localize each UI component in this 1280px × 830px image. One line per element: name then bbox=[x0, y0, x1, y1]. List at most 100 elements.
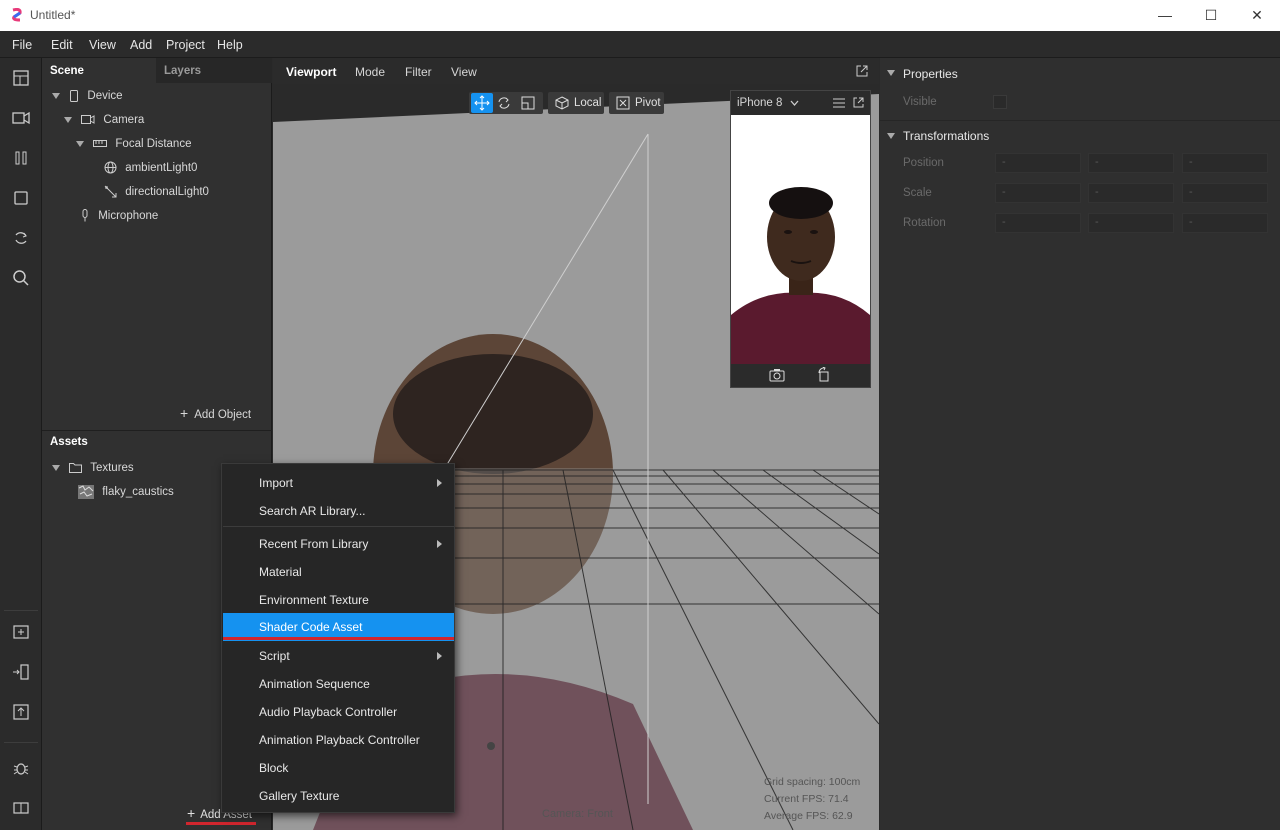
popout-icon[interactable] bbox=[856, 65, 868, 77]
highlight-underline bbox=[223, 637, 454, 640]
tab-scene[interactable]: Scene bbox=[42, 58, 156, 83]
layout-icon[interactable] bbox=[11, 68, 31, 88]
position-y-field[interactable] bbox=[1088, 153, 1174, 173]
menu-file[interactable]: File bbox=[12, 38, 32, 52]
current-fps-text: Current FPS: 71.4 bbox=[764, 793, 849, 805]
properties-panel: Properties Visible Transformations Posit… bbox=[880, 58, 1280, 830]
close-button[interactable]: ✕ bbox=[1234, 0, 1280, 31]
tab-layers[interactable]: Layers bbox=[164, 58, 201, 83]
add-folder-icon[interactable] bbox=[11, 622, 31, 642]
scale-y-field[interactable] bbox=[1088, 183, 1174, 203]
title-bar: Untitled* — ☐ ✕ bbox=[0, 0, 1280, 31]
upload-icon[interactable] bbox=[11, 702, 31, 722]
rotate-tool-icon[interactable] bbox=[496, 95, 512, 111]
tree-item-device[interactable]: Device bbox=[52, 86, 123, 106]
console-icon[interactable] bbox=[11, 798, 31, 818]
properties-header[interactable]: Properties bbox=[880, 58, 1280, 87]
scale-x-field[interactable] bbox=[995, 183, 1081, 203]
tree-item-label: Focal Distance bbox=[115, 138, 192, 150]
menu-project[interactable]: Project bbox=[166, 38, 205, 52]
position-z-field[interactable] bbox=[1182, 153, 1268, 173]
menu-item-animation-playback-controller[interactable]: Animation Playback Controller bbox=[223, 726, 454, 754]
tree-item-label: Device bbox=[87, 90, 123, 102]
collapse-arrow-icon[interactable] bbox=[887, 70, 895, 76]
pause-icon[interactable] bbox=[11, 148, 31, 168]
menu-item-material[interactable]: Material bbox=[223, 558, 454, 586]
expand-arrow-icon[interactable] bbox=[52, 464, 60, 471]
left-toolbar bbox=[0, 58, 42, 830]
scale-z-field[interactable] bbox=[1182, 183, 1268, 203]
local-button[interactable]: Local bbox=[548, 92, 604, 114]
camera-icon bbox=[81, 115, 95, 125]
menu-item-script[interactable]: Script bbox=[223, 642, 454, 670]
menu-icon[interactable] bbox=[833, 98, 845, 108]
window-title: Untitled* bbox=[30, 8, 76, 22]
collapse-arrow-icon[interactable] bbox=[887, 133, 895, 139]
visible-checkbox[interactable] bbox=[993, 95, 1007, 109]
stop-icon[interactable] bbox=[11, 188, 31, 208]
bug-icon[interactable] bbox=[11, 758, 31, 778]
rotation-x-field[interactable] bbox=[995, 213, 1081, 233]
device-preview-icon[interactable] bbox=[11, 662, 31, 682]
refresh-icon[interactable] bbox=[11, 228, 31, 248]
search-icon[interactable] bbox=[11, 268, 31, 288]
menu-item-environment-texture[interactable]: Environment Texture bbox=[223, 586, 454, 614]
rotation-y-field[interactable] bbox=[1088, 213, 1174, 233]
menu-item-animation-sequence[interactable]: Animation Sequence bbox=[223, 670, 454, 698]
add-object-button[interactable]: + Add Object bbox=[180, 403, 251, 423]
device-preview-footer bbox=[731, 364, 870, 387]
tree-item-directional-light[interactable]: directionalLight0 bbox=[104, 182, 209, 202]
maximize-button[interactable]: ☐ bbox=[1188, 0, 1234, 31]
position-x-field[interactable] bbox=[995, 153, 1081, 173]
transformations-header[interactable]: Transformations bbox=[880, 120, 1280, 149]
menu-help[interactable]: Help bbox=[217, 38, 243, 52]
cube-icon bbox=[555, 96, 569, 110]
device-preview[interactable]: iPhone 8 bbox=[730, 90, 871, 388]
tree-item-textures[interactable]: Textures bbox=[52, 458, 134, 478]
menu-item-import[interactable]: Import bbox=[223, 469, 454, 497]
menu-edit[interactable]: Edit bbox=[51, 38, 73, 52]
menu-item-recent-from-library[interactable]: Recent From Library bbox=[223, 530, 454, 558]
move-tool-icon[interactable] bbox=[471, 93, 493, 113]
tab-viewport[interactable]: Viewport bbox=[286, 65, 336, 79]
minimize-button[interactable]: — bbox=[1142, 0, 1188, 31]
chevron-down-icon[interactable] bbox=[790, 100, 799, 106]
tab-mode[interactable]: Mode bbox=[355, 65, 385, 79]
highlight-underline bbox=[186, 822, 256, 825]
visible-label: Visible bbox=[903, 96, 937, 108]
rotation-z-field[interactable] bbox=[1182, 213, 1268, 233]
tree-item-camera[interactable]: Camera bbox=[64, 110, 144, 130]
menu-item-block[interactable]: Block bbox=[223, 754, 454, 782]
menu-add[interactable]: Add bbox=[130, 38, 152, 52]
tab-filter[interactable]: Filter bbox=[405, 65, 432, 79]
tree-item-label: flaky_caustics bbox=[102, 486, 174, 498]
properties-title: Properties bbox=[903, 67, 958, 81]
local-label: Local bbox=[574, 97, 602, 109]
expand-arrow-icon[interactable] bbox=[76, 140, 84, 147]
menu-view[interactable]: View bbox=[89, 38, 116, 52]
tree-item-microphone[interactable]: Microphone bbox=[80, 206, 158, 226]
tree-item-ambient-light[interactable]: ambientLight0 bbox=[104, 158, 197, 178]
menu-item-search-ar-library[interactable]: Search AR Library... bbox=[223, 497, 454, 525]
scale-tool-icon[interactable] bbox=[520, 95, 536, 111]
tab-view[interactable]: View bbox=[451, 65, 477, 79]
tree-item-flaky-caustics[interactable]: flaky_caustics bbox=[78, 482, 174, 502]
menu-item-gallery-texture[interactable]: Gallery Texture bbox=[223, 782, 454, 810]
switch-camera-icon[interactable] bbox=[769, 368, 785, 382]
device-select[interactable]: iPhone 8 bbox=[737, 97, 782, 109]
transform-group bbox=[469, 92, 543, 114]
expand-arrow-icon[interactable] bbox=[64, 116, 72, 123]
video-icon[interactable] bbox=[11, 108, 31, 128]
submenu-arrow-icon bbox=[437, 652, 442, 660]
folder-icon bbox=[69, 463, 83, 474]
menu-item-audio-playback-controller[interactable]: Audio Playback Controller bbox=[223, 698, 454, 726]
expand-arrow-icon[interactable] bbox=[52, 92, 60, 99]
tree-item-label: directionalLight0 bbox=[125, 186, 209, 198]
pivot-button[interactable]: Pivot bbox=[609, 92, 664, 114]
transformations-title: Transformations bbox=[903, 129, 990, 143]
tree-item-focal-distance[interactable]: Focal Distance bbox=[76, 134, 191, 154]
grid-spacing-text: Grid spacing: 100cm bbox=[764, 776, 861, 788]
rotate-device-icon[interactable] bbox=[817, 367, 831, 382]
popout-icon[interactable] bbox=[853, 97, 864, 108]
divider bbox=[4, 742, 38, 743]
